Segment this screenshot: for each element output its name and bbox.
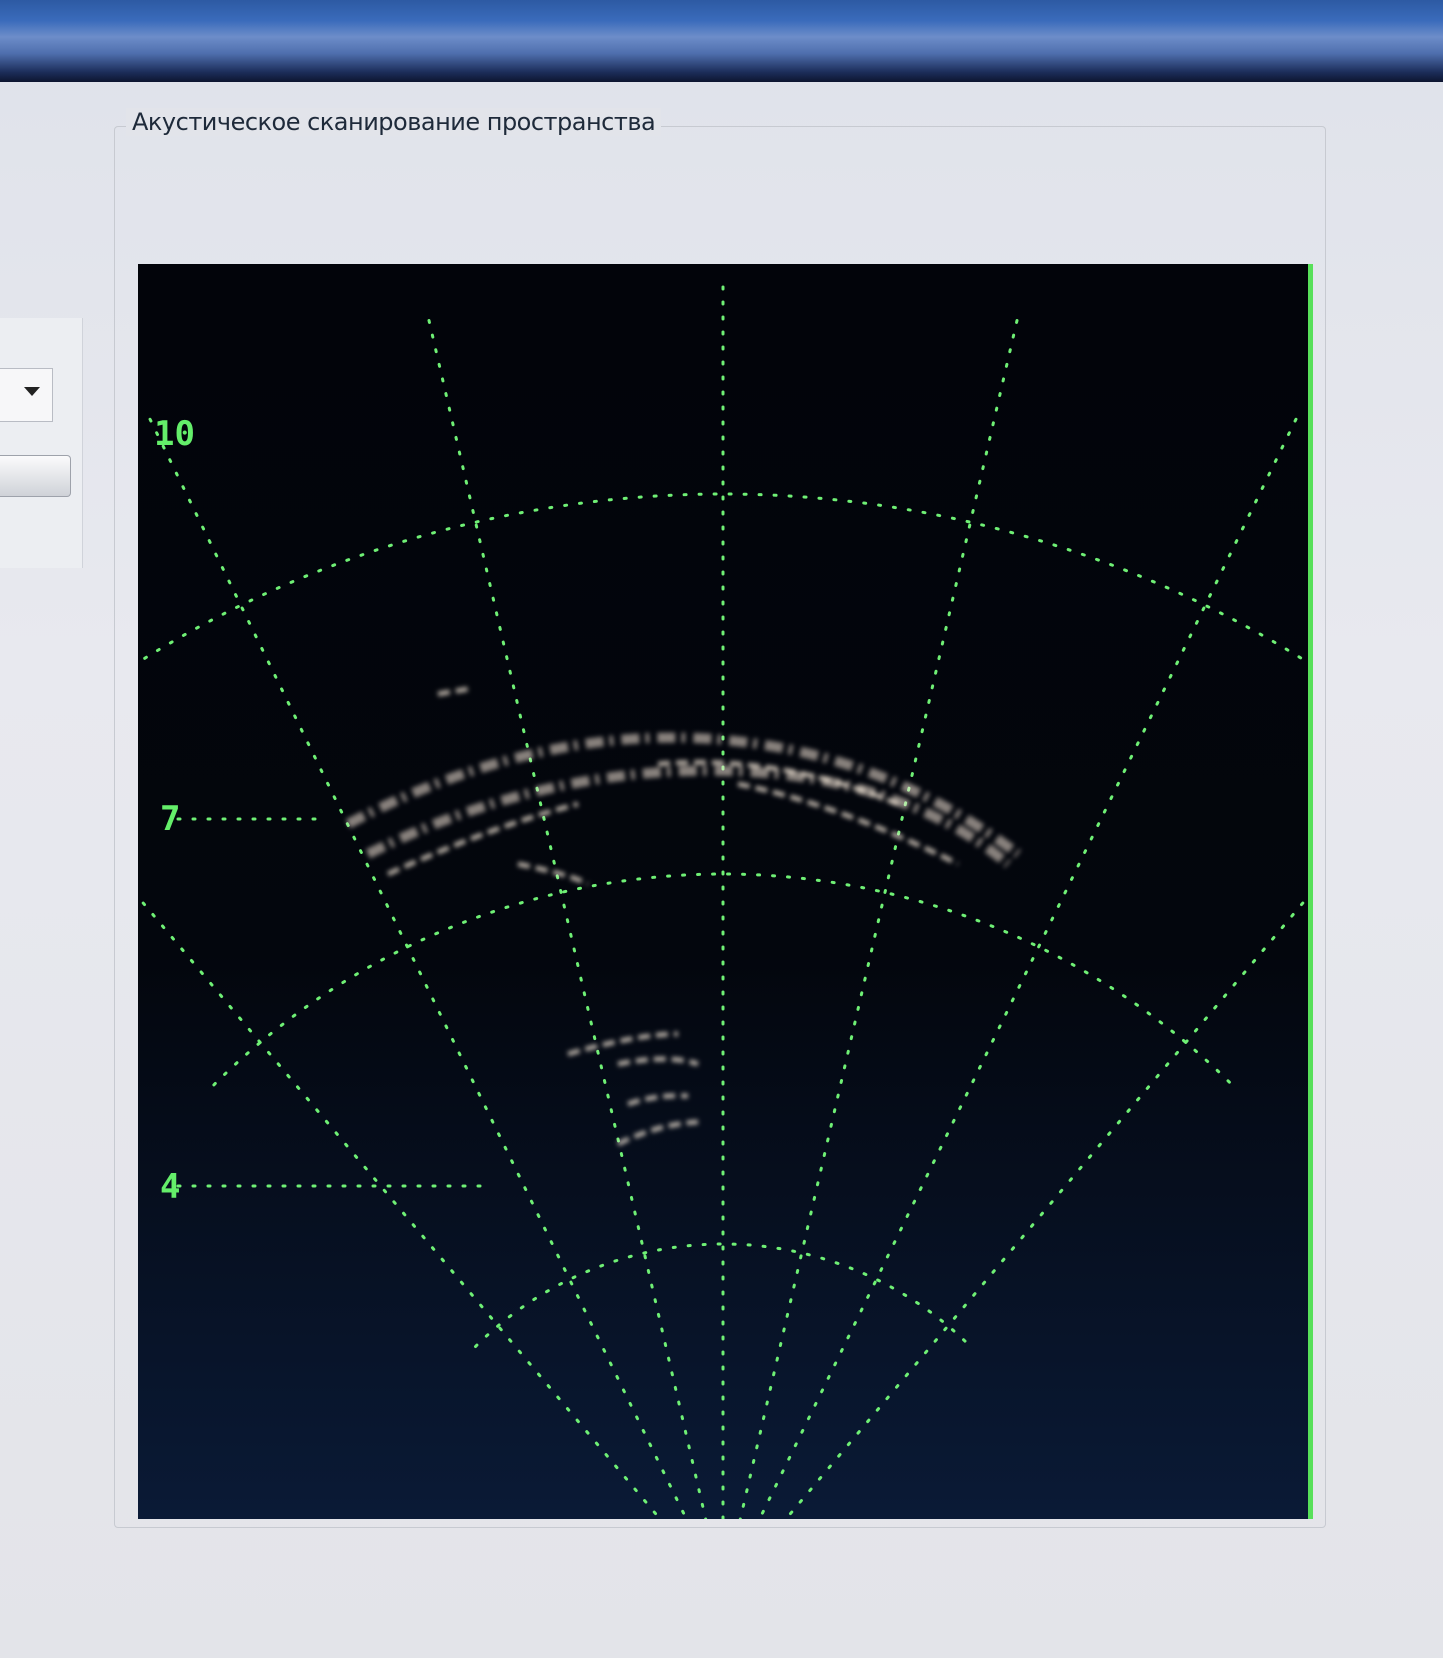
bearing-line [138,894,663,1519]
range-label-4: 4 [160,1167,181,1207]
left-control-panel [0,318,83,568]
echo-streak [567,1031,679,1057]
echo-streak [345,732,1021,859]
echo-streak [616,1119,699,1147]
side-button[interactable] [0,455,71,497]
chevron-down-icon[interactable] [24,387,40,396]
bearing-line [738,306,1022,1519]
range-label-10: 10 [154,414,195,454]
scan-group-title: Акустическое сканирование пространства [126,108,662,136]
bearing-line [783,894,1308,1519]
range-label-7: 7 [160,799,181,839]
mode-dropdown[interactable] [0,368,53,422]
bearing-line [142,406,689,1519]
echo-returns [345,686,1021,1147]
sonar-scan-view[interactable]: 10 7 4 [138,264,1313,1519]
window-title-bar [0,0,1443,82]
bearing-line [757,406,1304,1519]
range-grid [138,272,1308,1519]
echo-streak [386,801,579,877]
sonar-grid [138,272,1308,1519]
echo-streak [437,686,469,697]
echo-streak [517,861,590,887]
echo-streak [617,1056,699,1067]
echo-streak [627,1093,689,1107]
bearing-line [424,306,708,1519]
